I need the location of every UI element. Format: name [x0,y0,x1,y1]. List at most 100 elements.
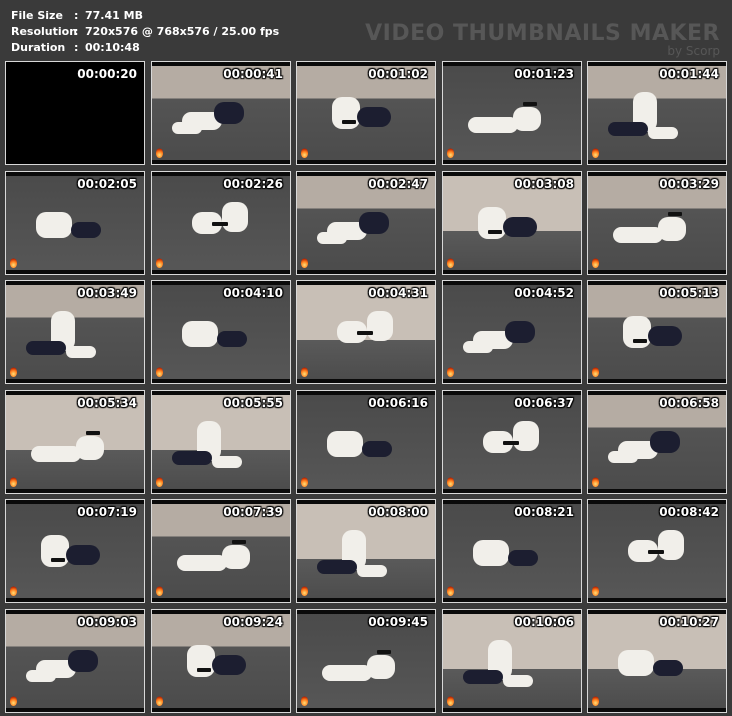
figure-shape [182,321,218,347]
figure-shape [26,341,66,355]
thumbnail[interactable]: 00:01:44 [587,61,727,165]
flame-logo-icon [156,367,163,377]
duration-value: 00:10:48 [85,41,140,54]
colon: : [74,41,79,54]
figure-shape [172,122,202,134]
letterbox-bar [297,391,435,395]
flame-logo-icon [447,258,454,268]
figure-shape [177,555,227,571]
thumbnail[interactable]: 00:00:20 [5,61,145,165]
timestamp-label: 00:09:24 [223,615,283,629]
letterbox-bar [6,172,144,176]
timestamp-label: 00:04:10 [223,286,283,300]
timestamp-label: 00:01:23 [514,67,574,81]
thumbnail-grid: 00:00:20 00:00:41 00:01:02 00:01:23 00:01:44… [5,61,728,713]
flame-logo-icon [447,696,454,706]
timestamp-label: 00:02:26 [223,177,283,191]
figure-shape [332,97,360,129]
figure-shape [172,451,212,465]
flame-logo-icon [156,477,163,487]
letterbox-bar [443,379,581,383]
thumbnail[interactable]: 00:02:26 [151,171,291,275]
timestamp-label: 00:03:08 [514,177,574,191]
thumbnail[interactable]: 00:05:13 [587,280,727,384]
figure-shape [212,655,246,675]
figure-shape [68,650,98,672]
timestamp-label: 00:01:02 [368,67,428,81]
flame-logo-icon [156,258,163,268]
flame-logo-icon [301,148,308,158]
thumbnail[interactable]: 00:04:52 [442,280,582,384]
thumbnail[interactable]: 00:06:16 [296,390,436,494]
thumbnail[interactable]: 00:04:31 [296,280,436,384]
thumbnail[interactable]: 00:01:02 [296,61,436,165]
timestamp-label: 00:08:00 [368,505,428,519]
thumbnail[interactable]: 00:07:19 [5,499,145,603]
timestamp-label: 00:05:34 [77,396,137,410]
figure-shape [653,660,683,676]
duration-label: Duration [11,41,66,54]
timestamp-label: 00:09:45 [368,615,428,629]
thumbnail[interactable]: 00:08:00 [296,499,436,603]
letterbox-bar [152,160,290,164]
letterbox-bar [443,708,581,712]
flame-logo-icon [301,258,308,268]
thumbnail[interactable]: 00:08:42 [587,499,727,603]
figure-shape [76,436,104,460]
thumbnail[interactable]: 00:05:55 [151,390,291,494]
letterbox-bar [588,598,726,602]
figure-shape [26,670,56,682]
flame-logo-icon [447,477,454,487]
letterbox-bar [152,270,290,274]
figure-shape [648,326,682,346]
letterbox-bar [443,391,581,395]
thumbnail[interactable]: 00:10:27 [587,609,727,713]
letterbox-bar [6,708,144,712]
figure-shape [367,311,393,341]
brand-title: VIDEO THUMBNAILS MAKER [365,21,720,46]
thumbnail[interactable]: 00:05:34 [5,390,145,494]
figure-shape [359,212,389,234]
letterbox-bar [588,281,726,285]
figure-shape [317,560,357,574]
figure-shape [362,441,392,457]
letterbox-bar [443,281,581,285]
thumbnail[interactable]: 00:04:10 [151,280,291,384]
letterbox-bar [297,172,435,176]
figure-shape [66,545,100,565]
letterbox-bar [6,270,144,274]
thumbnail[interactable]: 00:01:23 [442,61,582,165]
thumbnail[interactable]: 00:09:03 [5,609,145,713]
figure-shape [503,217,537,237]
thumbnail[interactable]: 00:09:45 [296,609,436,713]
letterbox-bar [152,391,290,395]
thumbnail[interactable]: 00:06:58 [587,390,727,494]
figure-shape [322,665,372,681]
letterbox-bar [6,598,144,602]
thumbnail[interactable]: 00:00:41 [151,61,291,165]
letterbox-bar [297,160,435,164]
thumbnail[interactable]: 00:03:49 [5,280,145,384]
timestamp-label: 00:00:20 [77,67,137,81]
figure-shape [508,550,538,566]
thumbnail[interactable]: 00:08:21 [442,499,582,603]
figure-shape [505,321,535,343]
letterbox-bar [443,500,581,504]
thumbnail[interactable]: 00:02:47 [296,171,436,275]
timestamp-label: 00:02:05 [77,177,137,191]
thumbnail[interactable]: 00:07:39 [151,499,291,603]
letterbox-bar [443,172,581,176]
thumbnail[interactable]: 00:03:08 [442,171,582,275]
thumbnail[interactable]: 00:06:37 [442,390,582,494]
thumbnail[interactable]: 00:09:24 [151,609,291,713]
letterbox-bar [297,62,435,66]
belt-shape [86,431,100,435]
letterbox-bar [297,489,435,493]
thumbnail[interactable]: 00:02:05 [5,171,145,275]
flame-logo-icon [592,477,599,487]
thumbnail[interactable]: 00:10:06 [442,609,582,713]
thumbnail[interactable]: 00:03:29 [587,171,727,275]
figure-shape [513,107,541,131]
flame-logo-icon [301,477,308,487]
flame-logo-icon [10,696,17,706]
